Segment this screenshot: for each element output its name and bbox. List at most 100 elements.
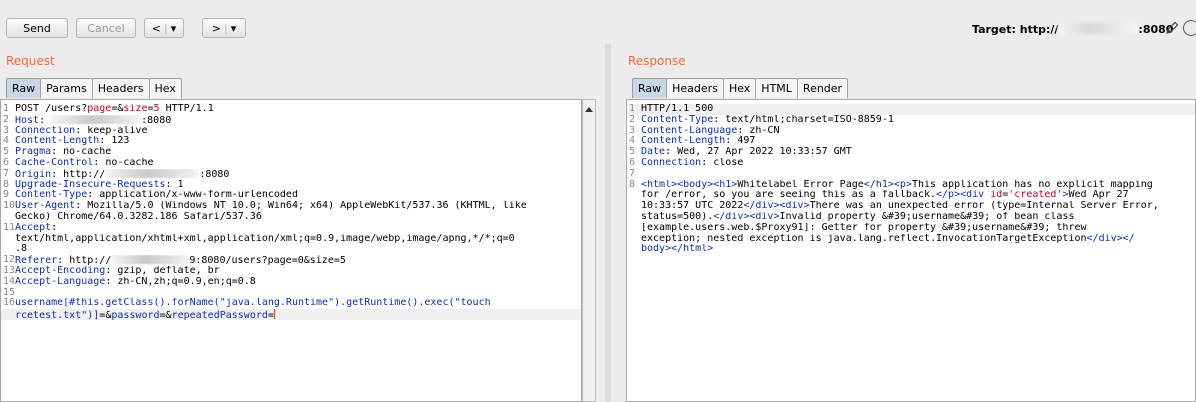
line-number: 11 (3, 221, 16, 233)
cancel-label: Cancel (87, 21, 125, 35)
response-editor[interactable]: 1 HTTP/1.1 500 2 Content-Type: text/html;ch… (626, 99, 1196, 402)
line-text: Content-Length: 123 (15, 136, 130, 147)
response-line: status=500).</div><div>Invalid property … (627, 212, 1195, 223)
request-line: 2 Host: :8080 (1, 113, 581, 126)
line-text: Host: :8080 (15, 114, 172, 126)
request-tab-headers[interactable]: Headers (91, 78, 150, 98)
line-number: 14 (3, 275, 16, 287)
response-tab-hex[interactable]: Hex (722, 78, 757, 98)
response-line: 6 Connection: close (627, 157, 1195, 169)
request-scrollbar[interactable] (582, 99, 596, 402)
response-line: body></html> (627, 244, 1195, 255)
response-line: 7 (627, 167, 1195, 180)
back-button[interactable]: < | ▾ (144, 18, 184, 38)
chevron-down-icon: ▾ (170, 21, 177, 35)
redacted-text (111, 255, 190, 265)
line-number (627, 244, 641, 255)
pencil-icon[interactable] (1164, 20, 1180, 36)
request-line: 7 Origin: http://:8080 (1, 167, 581, 180)
request-line: 15 (1, 287, 581, 299)
request-line: 13 Accept-Encoding: gzip, deflate, br (1, 265, 581, 277)
request-line: 5 Pragma: no-cache (1, 146, 581, 158)
response-tab-render[interactable]: Render (796, 78, 849, 98)
response-line: 10:33:57 UTC 2022</div><div>There was an… (627, 201, 1195, 212)
request-tab-raw[interactable]: Raw (6, 78, 42, 98)
request-line: .8 (1, 244, 581, 255)
line-number: 10 (3, 200, 16, 212)
target-prefix: Target: http:// (972, 23, 1059, 36)
line-text: <html><body><h1>Whitelabel Error Page</h… (641, 179, 1153, 190)
line-text: User-Agent: Mozilla/5.0 (Windows NT 10.0… (15, 201, 527, 212)
line-number (627, 234, 641, 245)
line-number (1, 309, 15, 320)
line-number: 7 (629, 167, 636, 179)
request-tab-hex[interactable]: Hex (148, 78, 182, 98)
line-text: text/html,application/xhtml+xml,applicat… (15, 233, 515, 244)
request-line: 1 POST /users?page=&size=5 HTTP/1.1 (1, 103, 581, 115)
line-text: Cache-Control: no-cache (15, 157, 154, 168)
request-editor[interactable]: 1 POST /users?page=&size=5 HTTP/1.1 2 Host:… (0, 99, 582, 402)
line-text: body></html> (641, 244, 714, 255)
line-text: Connection: keep-alive (15, 125, 148, 136)
request-line: 3 Connection: keep-alive (1, 125, 581, 137)
line-text: Gecko) Chrome/64.0.3282.186 Safari/537.3… (15, 211, 262, 222)
line-text: Date: Wed, 27 Apr 2022 10:33:57 GMT (641, 147, 852, 158)
chevron-down-icon: ▾ (230, 21, 237, 35)
line-text (15, 288, 581, 299)
request-tabs: Raw Params Headers Hex (6, 78, 182, 98)
line-number (627, 190, 641, 201)
request-line: 9 Content-Type: application/x-www-form-ur… (1, 190, 581, 201)
response-line: exception; nested exception is java.lang… (627, 234, 1195, 245)
line-number (627, 201, 641, 212)
response-tab-raw[interactable]: Raw (632, 78, 668, 98)
response-line: 4 Content-Length: 497 (627, 136, 1195, 147)
response-line: 2 Content-Type: text/html;charset=ISO-885… (627, 113, 1195, 126)
target-label: Target: http://:8080 (972, 23, 1173, 36)
line-text: HTTP/1.1 500 (641, 104, 714, 114)
line-text: status=500).</div><div>Invalid property … (641, 211, 1075, 222)
pane-divider[interactable] (605, 44, 611, 402)
request-line: 4 Content-Length: 123 (1, 136, 581, 147)
line-text: Accept-Language: zh-CN,zh;q=0.9,en;q=0.8 (15, 276, 256, 287)
cancel-button[interactable]: Cancel (76, 18, 136, 38)
response-tabs: Raw Headers Hex HTML Render (632, 78, 849, 98)
response-line: [example.users.web.$Proxy91]: Getter for… (627, 223, 1195, 234)
line-number: 2 (629, 113, 636, 125)
back-arrow-icon: < (151, 21, 161, 35)
response-tab-html[interactable]: HTML (755, 78, 798, 98)
line-text: Content-Length: 497 (641, 136, 756, 147)
request-line: 10 User-Agent: Mozilla/5.0 (Windows NT 10… (1, 200, 581, 212)
line-text: [example.users.web.$Proxy91]: Getter for… (641, 222, 1087, 233)
request-line: text/html,application/xhtml+xml,applicat… (1, 234, 581, 245)
line-number: 2 (3, 113, 10, 125)
forward-button[interactable]: > | ▾ (202, 18, 246, 38)
toolbar: Send Cancel < | ▾ > | ▾ Target: http://:8080 (0, 0, 1196, 44)
line-text: rcetest.txt")]=&password=&repeatedPasswo… (15, 309, 275, 320)
request-line: 11 Accept: (1, 221, 581, 234)
request-line: 6 Cache-Control: no-cache (1, 157, 581, 169)
request-line: 8 Upgrade-Insecure-Requests: 1 (1, 179, 581, 191)
scroll-up-icon[interactable] (583, 104, 595, 114)
request-tab-params[interactable]: Params (40, 78, 93, 98)
send-button[interactable]: Send (6, 18, 68, 38)
line-text: Content-Type: text/html;charset=ISO-8859… (641, 114, 894, 125)
response-line: for /error, so you are seeing this as a … (627, 190, 1195, 201)
help-icon[interactable] (1183, 20, 1196, 36)
line-text: Connection: close (641, 157, 744, 168)
line-text: 10:33:57 UTC 2022</div><div>There was an… (641, 201, 1159, 212)
line-number: 16 (3, 297, 16, 309)
line-number: 7 (3, 167, 10, 179)
response-tab-headers[interactable]: Headers (666, 78, 724, 98)
request-line: 14 Accept-Language: zh-CN,zh;q=0.9,en;q=0… (1, 275, 581, 288)
send-label: Send (23, 21, 51, 35)
line-text: username[#this.getClass().forName("java.… (15, 298, 491, 309)
line-number (1, 234, 15, 245)
line-text: Accept-Encoding: gzip, deflate, br (15, 265, 220, 276)
redacted-text (51, 114, 142, 124)
line-text: exception; nested exception is java.lang… (641, 233, 1135, 244)
line-text: .8 (15, 244, 28, 255)
request-line: rcetest.txt")]=&password=&repeatedPasswo… (1, 309, 581, 320)
line-text: Content-Language: zh-CN (641, 125, 780, 136)
forward-arrow-icon: > (211, 21, 221, 35)
request-title: Request (6, 54, 55, 68)
